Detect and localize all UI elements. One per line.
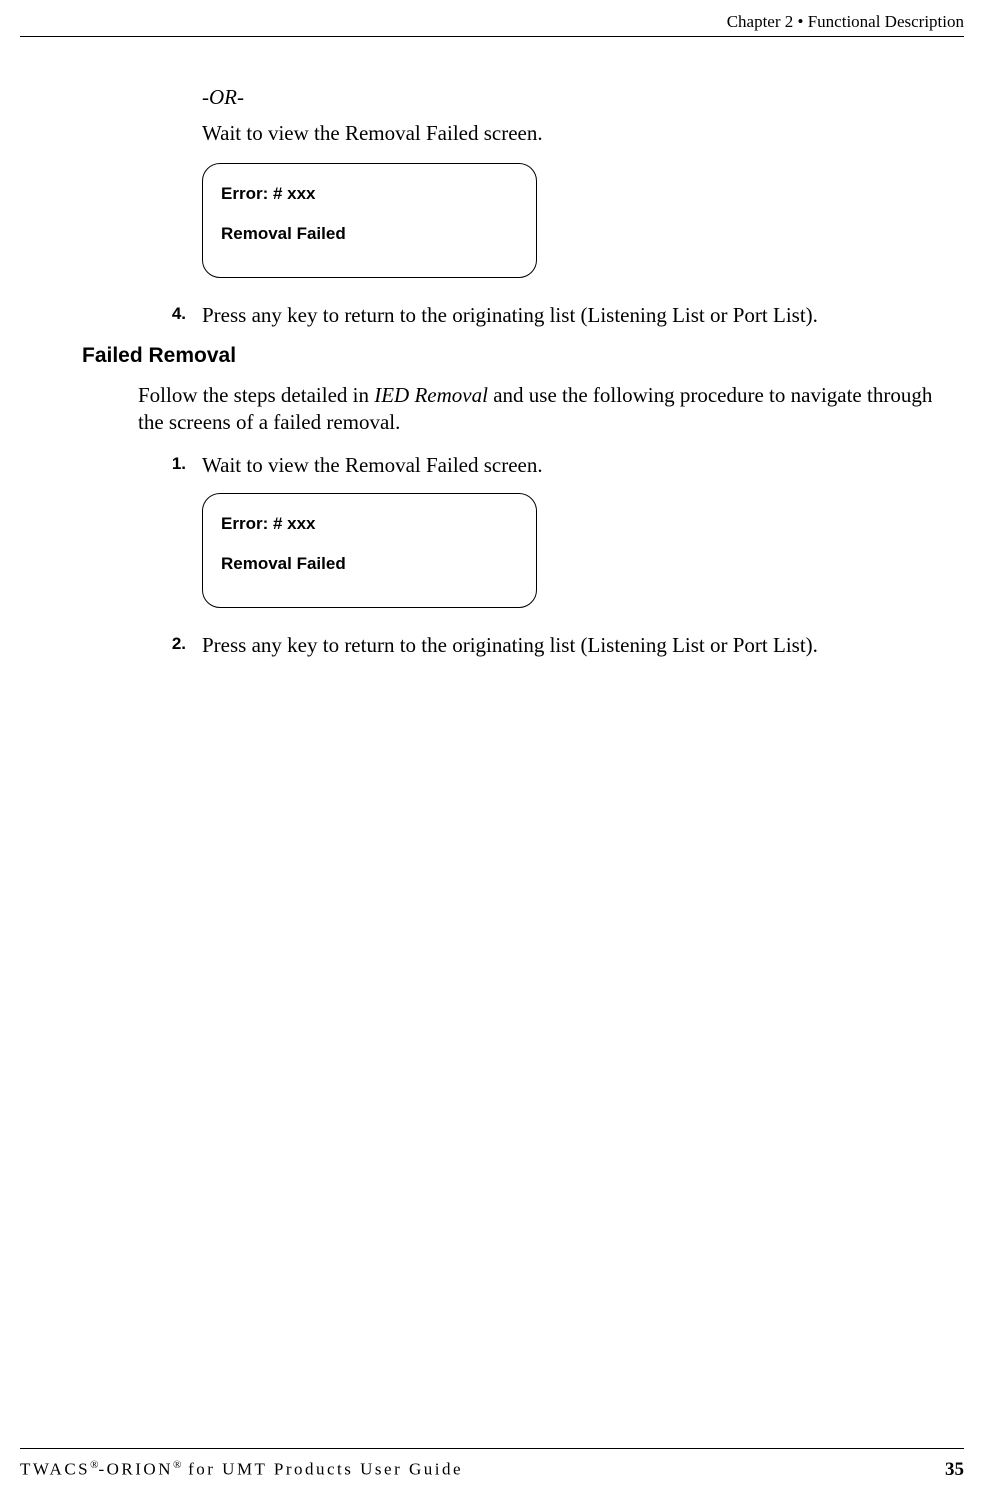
step-text: Press any key to return to the originati…: [202, 302, 818, 329]
page-number: 35: [945, 1459, 964, 1481]
screen-error-line: Error: # xxx: [221, 184, 518, 204]
page-footer: TWACS®-ORION® for UMT Products User Guid…: [20, 1448, 964, 1481]
step-text: Press any key to return to the originati…: [202, 632, 818, 659]
step-2: 2. Press any key to return to the origin…: [166, 632, 954, 659]
page-header: Chapter 2 • Functional Description: [20, 12, 964, 37]
step-1: 1. Wait to view the Removal Failed scree…: [166, 452, 954, 479]
step-number: 2.: [166, 632, 202, 659]
section-heading: Failed Removal: [82, 344, 954, 368]
or-separator: -OR-: [202, 85, 954, 110]
step-text: Wait to view the Removal Failed screen.: [202, 452, 543, 479]
step-4: 4. Press any key to return to the origin…: [166, 302, 954, 329]
step-number: 4.: [166, 302, 202, 329]
ied-removal-reference: IED Removal: [374, 383, 488, 407]
screen-status-line: Removal Failed: [221, 554, 518, 574]
wait-instruction-text: Wait to view the Removal Failed screen.: [202, 120, 954, 147]
footer-title: TWACS®-ORION® for UMT Products User Guid…: [20, 1459, 463, 1480]
screen-display-2: Error: # xxx Removal Failed: [202, 493, 537, 608]
screen-error-line: Error: # xxx: [221, 514, 518, 534]
step-number: 1.: [166, 452, 202, 479]
screen-display-1: Error: # xxx Removal Failed: [202, 163, 537, 278]
screen-status-line: Removal Failed: [221, 224, 518, 244]
section-intro: Follow the steps detailed in IED Removal…: [138, 382, 954, 437]
